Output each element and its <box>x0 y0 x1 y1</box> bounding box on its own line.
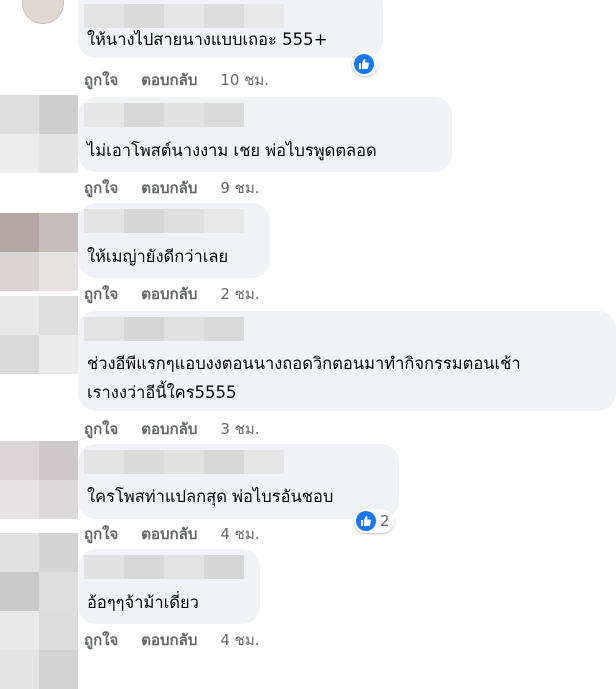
timestamp[interactable]: 4 ชม. <box>220 522 259 546</box>
comment-actions: ถูกใจ ตอบกลับ 4 ชม. <box>84 522 260 546</box>
timestamp[interactable]: 2 ชม. <box>220 282 259 306</box>
comment-bubble: ไม่เอาโพสต์นางงาม เชย พ่อไบรพูดตลอด <box>78 97 452 172</box>
commenter-name-blurred[interactable] <box>84 209 244 233</box>
avatar-partial[interactable] <box>0 611 78 689</box>
like-button[interactable]: ถูกใจ <box>84 522 118 546</box>
comment-bubble: ใครโพสท่าแปลกสุด พ่อไบรอันชอบ <box>78 444 399 519</box>
reply-button[interactable]: ตอบกลับ <box>141 176 197 200</box>
avatar[interactable] <box>0 533 78 611</box>
comment-bubble: ให้นางไปสายนางแบบเถอะ 555+ <box>78 0 383 58</box>
reaction-summary[interactable] <box>352 52 378 76</box>
like-icon <box>356 511 376 531</box>
like-button[interactable]: ถูกใจ <box>84 68 118 92</box>
like-icon <box>354 54 374 74</box>
reply-button[interactable]: ตอบกลับ <box>141 522 197 546</box>
avatar[interactable] <box>0 441 78 519</box>
comment-text: ให้นางไปสายนางแบบเถอะ 555+ <box>87 30 328 49</box>
comment-actions: ถูกใจ ตอบกลับ 3 ชม. <box>84 417 260 441</box>
avatar[interactable] <box>0 213 78 291</box>
reply-button[interactable]: ตอบกลับ <box>141 417 197 441</box>
comment-bubble: ช่วงอีพีแรกๆแอบงงตอนนางถอดวิกตอนมาทำกิจก… <box>78 311 616 411</box>
comment-actions: ถูกใจ ตอบกลับ 4 ชม. <box>84 628 260 652</box>
reaction-summary[interactable]: 2 <box>354 509 394 533</box>
reply-button[interactable]: ตอบกลับ <box>141 68 197 92</box>
comment-text: อ้อๆๆจ้าม้าเดี่ยว <box>87 593 199 612</box>
avatar[interactable] <box>22 0 64 24</box>
like-button[interactable]: ถูกใจ <box>84 176 118 200</box>
reply-button[interactable]: ตอบกลับ <box>141 628 197 652</box>
avatar[interactable] <box>0 296 78 374</box>
like-button[interactable]: ถูกใจ <box>84 417 118 441</box>
avatar[interactable] <box>0 95 78 173</box>
comment-text: ใครโพสท่าแปลกสุด พ่อไบรอันชอบ <box>87 487 334 506</box>
timestamp[interactable]: 4 ชม. <box>220 628 259 652</box>
comment-actions: ถูกใจ ตอบกลับ 9 ชม. <box>84 176 260 200</box>
commenter-name-blurred[interactable] <box>84 450 284 474</box>
comment-text: ให้เมญ่ายังดีกว่าเลย <box>87 247 229 266</box>
comment-text: ไม่เอาโพสต์นางงาม เชย พ่อไบรพูดตลอด <box>87 141 377 160</box>
timestamp[interactable]: 9 ชม. <box>220 176 259 200</box>
comment-text-line-1: ช่วงอีพีแรกๆแอบงงตอนนางถอดวิกตอนมาทำกิจก… <box>87 354 521 373</box>
timestamp[interactable]: 3 ชม. <box>220 417 259 441</box>
timestamp[interactable]: 10 ชม. <box>220 68 269 92</box>
like-button[interactable]: ถูกใจ <box>84 282 118 306</box>
reply-button[interactable]: ตอบกลับ <box>141 282 197 306</box>
comment-actions: ถูกใจ ตอบกลับ 10 ชม. <box>84 68 269 92</box>
reaction-count: 2 <box>380 512 390 530</box>
like-button[interactable]: ถูกใจ <box>84 628 118 652</box>
commenter-name-blurred[interactable] <box>84 4 284 28</box>
commenter-name-blurred[interactable] <box>84 103 244 127</box>
comment-bubble: อ้อๆๆจ้าม้าเดี่ยว <box>78 549 260 624</box>
comment-actions: ถูกใจ ตอบกลับ 2 ชม. <box>84 282 260 306</box>
commenter-name-blurred[interactable] <box>84 317 244 341</box>
comment-bubble: ให้เมญ่ายังดีกว่าเลย <box>78 203 270 278</box>
commenter-name-blurred[interactable] <box>84 555 244 579</box>
comment-text-line-2: เรางงว่าอีนี้ใคร5555 <box>87 383 237 402</box>
